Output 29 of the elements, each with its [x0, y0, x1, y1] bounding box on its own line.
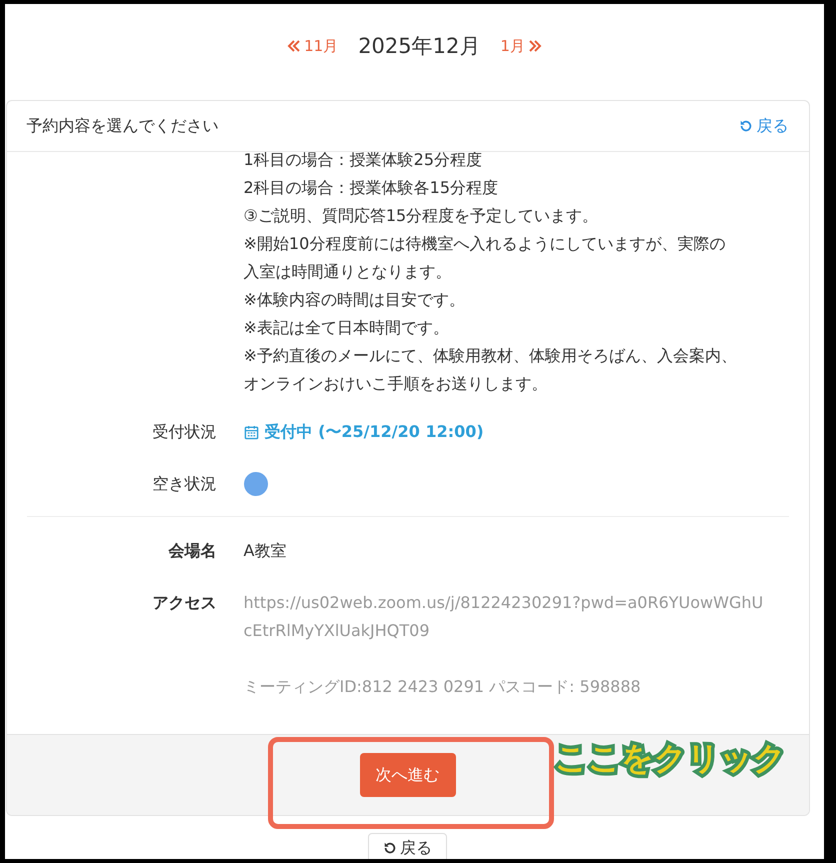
status-text: 受付中 (〜25/12/20 12:00): [244, 418, 788, 446]
double-chevron-left-icon: [287, 39, 302, 53]
annotation-text: ここをクリック: [555, 738, 786, 779]
next-button[interactable]: 次へ進む: [360, 753, 456, 797]
prev-month-link[interactable]: 11月: [287, 36, 338, 56]
field-value: ミーティングID:812 2423 0291 パスコード: 598888: [244, 676, 642, 698]
description-line: ③ご説明、質問応答15分程度を予定しています。: [244, 205, 600, 227]
field-label: 受付状況: [152, 421, 216, 443]
field-value: https://us02web.zoom.us/j/81224230291?pwd=a0R6YUowWGhUcEtrRlMyYXlUakJHQT09: [244, 592, 764, 642]
field-value: A教室: [244, 540, 288, 562]
description-line: ※表記は全て日本時間です。: [244, 317, 450, 339]
description-line: 入室は時間通りとなります。: [244, 261, 452, 283]
description-line: ※予約直後のメールにて、体験用教材、体験用そろばん、入会案内、: [244, 345, 738, 367]
description-line: オンラインおけいこ手順をお送りします。: [244, 373, 548, 395]
double-chevron-right-icon: [528, 39, 542, 53]
calendar-icon: [244, 424, 258, 440]
back-link[interactable]: 戻る: [738, 116, 788, 136]
card-title: 予約内容を選んでください: [26, 116, 218, 136]
description-line: 2科目の場合：授業体験各15分程度: [244, 177, 500, 199]
back-button[interactable]: 戻る: [368, 833, 447, 859]
current-month: 2025年12月: [358, 33, 480, 60]
undo-icon: [383, 841, 397, 855]
field-label: アクセス: [152, 592, 216, 614]
field-label: 空き状況: [152, 473, 216, 495]
undo-icon: [738, 119, 752, 133]
next-month-link[interactable]: 1月: [500, 36, 542, 56]
description-line: ※開始10分程度前には待機室へ入れるようにしていますが、実際の: [244, 233, 726, 255]
description-line: ※体験内容の時間は目安です。: [244, 289, 466, 311]
field-label: 会場名: [167, 540, 216, 562]
